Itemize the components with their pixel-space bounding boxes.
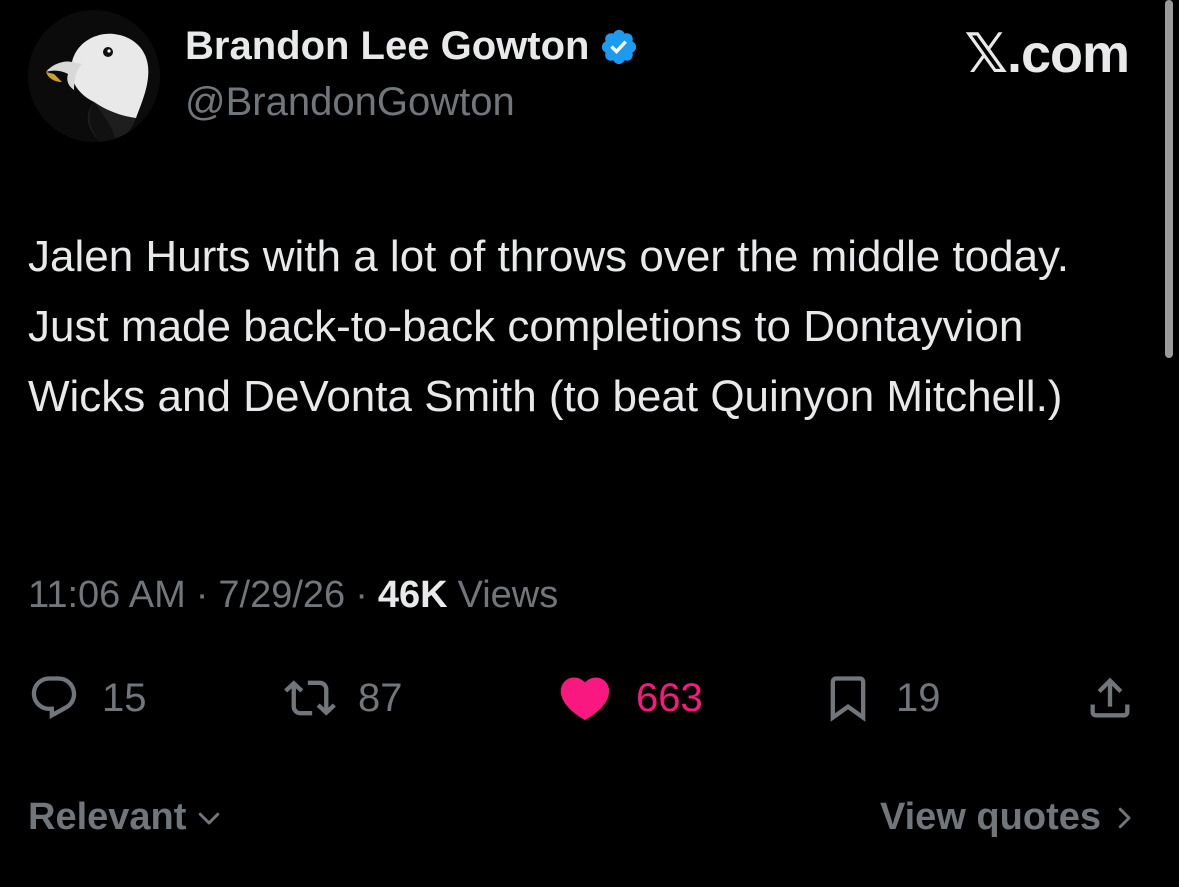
author-display-name[interactable]: Brandon Lee Gowton bbox=[185, 24, 639, 69]
reply-icon bbox=[31, 676, 77, 720]
share-button[interactable] bbox=[1084, 668, 1136, 728]
view-quotes-button[interactable]: View quotes bbox=[880, 796, 1139, 839]
avatar[interactable] bbox=[28, 10, 160, 142]
x-com-watermark: 𝕏.com bbox=[964, 24, 1130, 84]
bald-eagle-avatar-icon bbox=[28, 10, 160, 142]
tweet-meta: 11:06 AM · 7/29/26 · 46K Views bbox=[28, 574, 558, 617]
scrollbar[interactable] bbox=[1165, 0, 1173, 358]
author-handle[interactable]: @BrandonGowton bbox=[185, 80, 515, 125]
repost-count: 87 bbox=[358, 675, 403, 720]
views-label: Views bbox=[457, 574, 559, 616]
repost-icon bbox=[284, 680, 336, 716]
sort-label: Relevant bbox=[28, 796, 187, 838]
reply-count: 15 bbox=[102, 675, 147, 720]
view-quotes-label: View quotes bbox=[879, 796, 1101, 838]
share-icon bbox=[1090, 677, 1130, 718]
like-count: 663 bbox=[636, 675, 703, 720]
bookmark-count: 19 bbox=[896, 675, 941, 720]
tweet-text: Jalen Hurts with a lot of throws over th… bbox=[28, 232, 1070, 421]
views-count: 46K bbox=[377, 574, 448, 616]
repost-button[interactable]: 87 bbox=[284, 668, 403, 728]
like-button[interactable]: 663 bbox=[556, 668, 703, 728]
meta-separator: · bbox=[355, 574, 368, 616]
action-bar: 15 87 663 19 bbox=[0, 668, 1179, 728]
meta-separator: · bbox=[195, 574, 209, 616]
chevron-right-icon bbox=[1118, 807, 1131, 828]
chevron-down-icon bbox=[199, 812, 220, 824]
author-name-text[interactable]: Brandon Lee Gowton bbox=[185, 24, 589, 69]
tweet-time[interactable]: 11:06 AM bbox=[28, 574, 186, 617]
bookmark-button[interactable]: 19 bbox=[822, 668, 941, 728]
reply-button[interactable]: 15 bbox=[28, 668, 147, 728]
replies-footer: Relevant View quotes bbox=[28, 796, 1139, 839]
bookmark-icon bbox=[830, 676, 866, 722]
tweet-date[interactable]: 7/29/26 bbox=[218, 574, 345, 617]
heart-icon bbox=[560, 677, 610, 721]
sort-relevant-button[interactable]: Relevant bbox=[28, 796, 224, 839]
verified-badge-icon bbox=[602, 29, 637, 64]
